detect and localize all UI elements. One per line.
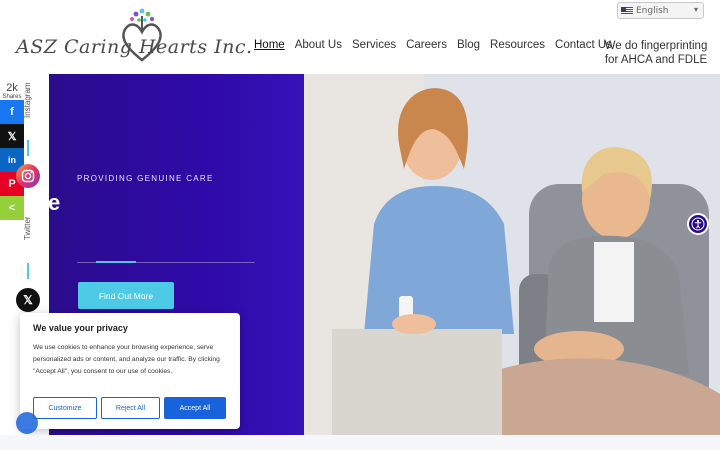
nav-services[interactable]: Services xyxy=(352,39,396,51)
nav-fingerprinting[interactable]: We do fingerprinting for AHCA and FDLE xyxy=(603,39,709,67)
share-counter: 2k Shares xyxy=(0,82,24,101)
cookie-title: We value your privacy xyxy=(33,323,128,333)
linkedin-icon: in xyxy=(8,155,16,165)
cookie-revisit-button[interactable] xyxy=(16,412,38,434)
main-nav: Home About Us Services Careers Blog Reso… xyxy=(254,39,622,51)
accessibility-icon xyxy=(691,217,705,231)
share-count: 2k xyxy=(6,82,18,94)
x-profile-link[interactable]: 𝕏 xyxy=(16,288,40,312)
pinterest-icon: P xyxy=(8,178,16,190)
cookie-consent-banner: We value your privacy We use cookies to … xyxy=(20,313,240,429)
share-icon: < xyxy=(8,202,16,214)
social-divider xyxy=(27,140,29,156)
nav-fingerprinting-line2: for AHCA and FDLE xyxy=(604,54,708,66)
page-bottom-strip xyxy=(0,435,720,450)
facebook-share-button[interactable]: f xyxy=(0,100,24,124)
site-logo[interactable]: ASZ Caring Hearts Inc. xyxy=(14,4,252,68)
social-divider xyxy=(27,263,29,279)
cookie-body: We use cookies to enhance your browsing … xyxy=(33,344,220,375)
accessibility-button[interactable] xyxy=(687,213,709,235)
x-logo-icon: 𝕏 xyxy=(23,293,33,307)
language-label: English xyxy=(636,5,669,16)
instagram-link[interactable] xyxy=(16,164,40,188)
customize-button[interactable]: Customize xyxy=(33,397,97,419)
facebook-icon: f xyxy=(10,106,14,118)
hero-tagline: PROVIDING GENUINE CARE xyxy=(77,174,214,183)
us-flag-icon xyxy=(621,6,633,15)
site-header: ASZ Caring Hearts Inc. English ▾ Home Ab… xyxy=(0,0,720,74)
nav-home[interactable]: Home xyxy=(254,39,285,51)
sharethis-share-button[interactable]: < xyxy=(0,196,24,220)
accept-all-button[interactable]: Accept All xyxy=(164,397,226,419)
nav-about-us[interactable]: About Us xyxy=(295,39,342,51)
instagram-icon xyxy=(21,169,35,183)
hero-heading-fragment: e xyxy=(48,190,61,215)
page: ASZ Caring Hearts Inc. English ▾ Home Ab… xyxy=(0,0,720,450)
cookie-actions: Customize Reject All Accept All xyxy=(33,397,226,419)
x-share-button[interactable]: 𝕏 xyxy=(0,124,24,148)
logo-wordmark: ASZ Caring Hearts Inc. xyxy=(16,36,253,58)
chevron-down-icon: ▾ xyxy=(693,5,698,14)
nav-blog[interactable]: Blog xyxy=(457,39,480,51)
reject-all-button[interactable]: Reject All xyxy=(101,397,160,419)
find-out-more-button[interactable]: Find Out More xyxy=(78,282,174,309)
x-icon: 𝕏 xyxy=(7,130,17,143)
twitter-vertical-label: Twitter xyxy=(23,216,32,240)
language-selector[interactable]: English ▾ xyxy=(617,2,704,19)
slider-progress-indicator xyxy=(96,261,136,263)
caregiver-photo-illustration xyxy=(304,74,720,435)
nav-careers[interactable]: Careers xyxy=(406,39,447,51)
nav-resources[interactable]: Resources xyxy=(490,39,545,51)
nav-fingerprinting-line1: We do fingerprinting xyxy=(604,40,708,52)
instagram-vertical-label: Instagram xyxy=(23,82,32,118)
hero-photo xyxy=(304,74,720,435)
